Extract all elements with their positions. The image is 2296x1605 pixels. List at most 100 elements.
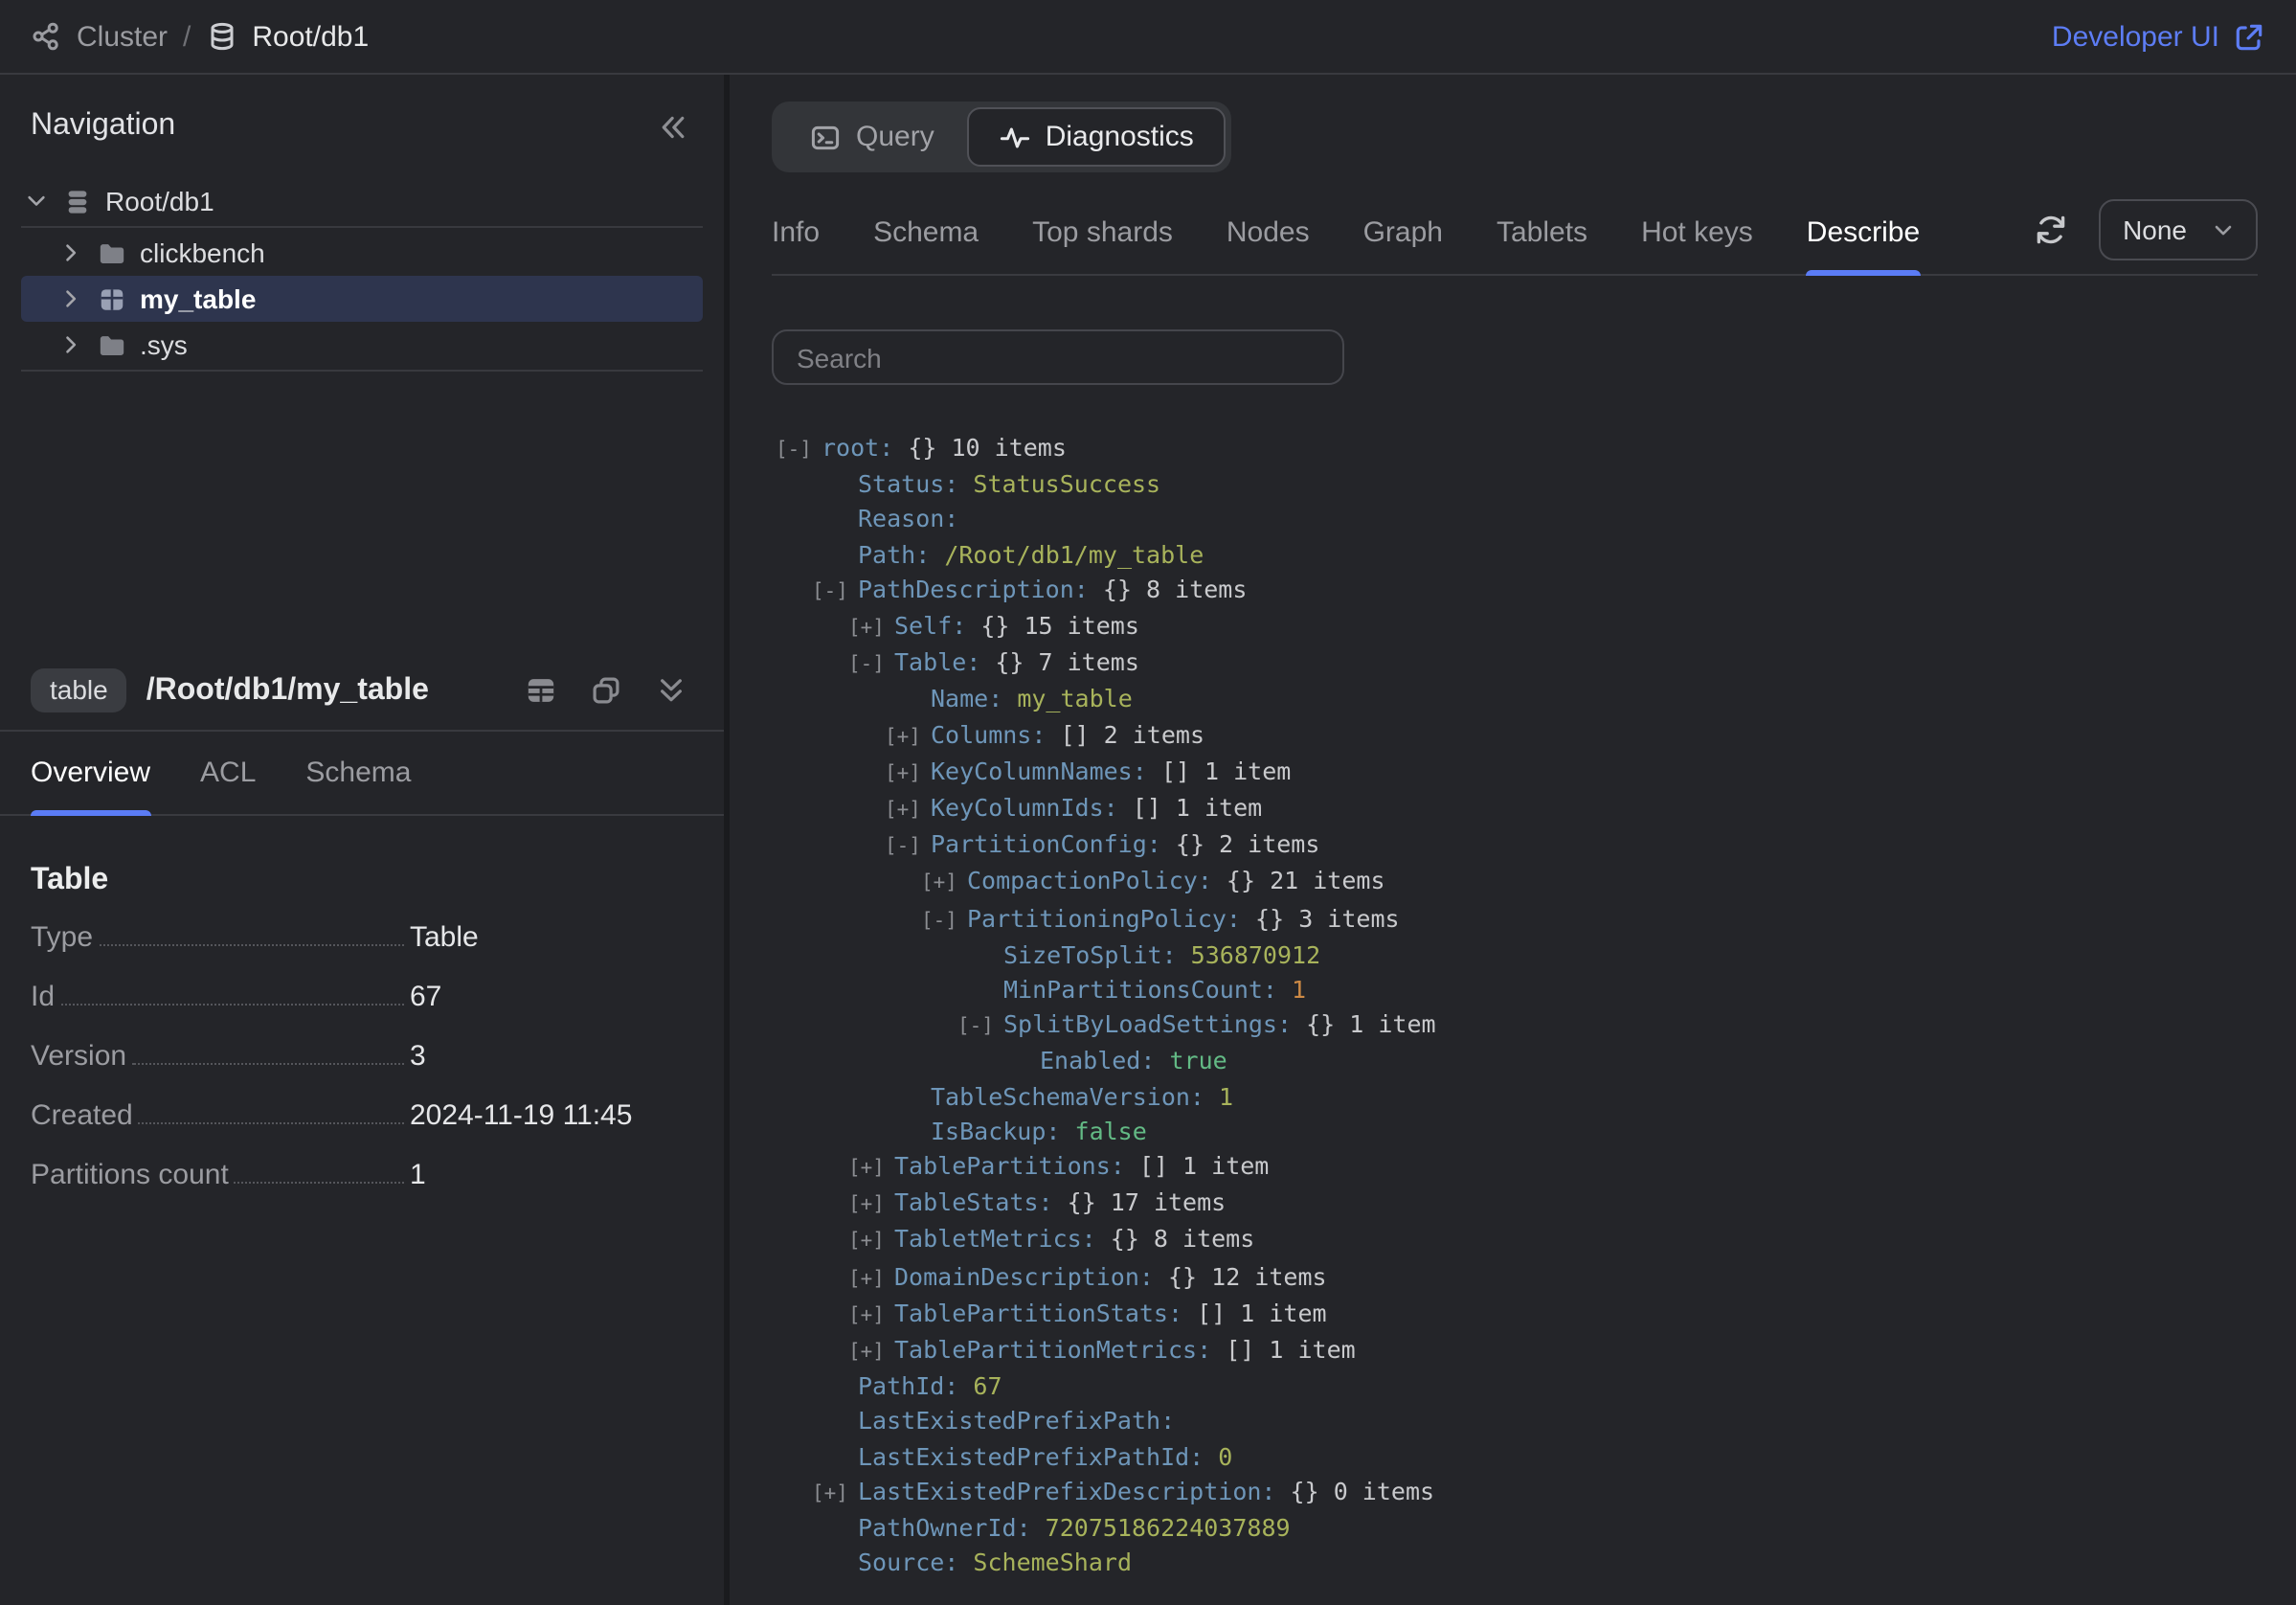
dotted-leader [132, 1063, 404, 1065]
expand-node-toggle[interactable]: [+] [848, 1151, 894, 1186]
chevron-down-icon[interactable] [23, 188, 50, 215]
chevron-right-icon[interactable] [57, 285, 84, 312]
expand-node-toggle[interactable]: [+] [885, 793, 931, 827]
switch-query[interactable]: Query [777, 107, 967, 167]
tree-value: 0 [1204, 1439, 1232, 1474]
tree-value: StatusSuccess [958, 467, 1160, 502]
navigation-title: Navigation [31, 109, 175, 144]
tree-key: DomainDescription: [894, 1259, 1154, 1294]
tree-key: IsBackup: [931, 1115, 1060, 1149]
switch-diagnostics[interactable]: Diagnostics [967, 107, 1227, 167]
tree-value: true [1155, 1045, 1227, 1079]
tab-schema[interactable]: Schema [305, 732, 411, 814]
breadcrumb-cluster[interactable]: Cluster [77, 20, 168, 53]
double-chevron-down-icon[interactable] [655, 674, 687, 707]
table-section-title: Table [31, 864, 693, 898]
tab-tablets[interactable]: Tablets [1497, 192, 1587, 274]
tree-row-columns: [+]Columns: [] 2 items [776, 717, 2258, 754]
collapse-node-toggle[interactable]: [-] [957, 1010, 1003, 1045]
tab-hot-keys[interactable]: Hot keys [1641, 192, 1753, 274]
developer-ui-link[interactable]: Developer UI [2052, 20, 2265, 53]
expand-node-toggle[interactable]: [+] [848, 1225, 894, 1259]
dotted-leader [60, 1004, 404, 1006]
tree-row-splitbyloadsettings: [-]SplitByLoadSettings: {} 1 item [776, 1008, 2258, 1045]
table-preview-icon[interactable] [525, 674, 557, 707]
tab-top-shards[interactable]: Top shards [1032, 192, 1173, 274]
breadcrumb-separator: / [183, 20, 191, 53]
tree-count: {} 10 items [893, 431, 1067, 465]
tree-key: TabletMetrics: [894, 1223, 1096, 1257]
collapse-node-toggle[interactable]: [-] [848, 647, 894, 682]
tree-row-source: Source: SchemeShard [776, 1547, 2258, 1581]
expand-node-toggle[interactable]: [+] [848, 1188, 894, 1223]
copy-icon[interactable] [590, 674, 622, 707]
collapse-node-toggle[interactable]: [-] [885, 829, 931, 864]
tab-schema[interactable]: Schema [873, 192, 979, 274]
info-label: Version [31, 1040, 126, 1073]
tree-count: {} 8 items [1096, 1223, 1255, 1257]
nav-row-label: .sys [140, 329, 188, 360]
tab-describe[interactable]: Describe [1807, 192, 1920, 274]
navigation-tree: Root/db1 clickbenchmy_table .sys [0, 178, 724, 373]
chevron-right-icon[interactable] [57, 239, 84, 266]
object-summary-panel: table /Root/db1/my_table OverviewACLSche… [0, 668, 724, 1218]
expand-node-toggle[interactable]: [+] [848, 1299, 894, 1333]
tab-nodes[interactable]: Nodes [1227, 192, 1310, 274]
tab-graph[interactable]: Graph [1363, 192, 1443, 274]
table-icon [98, 284, 126, 313]
tree-row-name: Name: my_table [776, 683, 2258, 717]
tree-row-pathownerid: PathOwnerId: 72075186224037889 [776, 1511, 2258, 1546]
tree-key: Enabled: [1040, 1045, 1155, 1079]
expand-node-toggle[interactable]: [+] [885, 719, 931, 754]
expand-node-toggle[interactable]: [+] [848, 1335, 894, 1369]
tree-key: PartitioningPolicy: [967, 901, 1241, 936]
tree-key: TablePartitionStats: [894, 1297, 1182, 1331]
tree-count: {} 0 items [1276, 1475, 1435, 1509]
nav-row-my-table[interactable]: my_table [21, 276, 703, 322]
info-value: 1 [410, 1159, 426, 1191]
collapse-node-toggle[interactable]: [-] [776, 433, 822, 467]
breadcrumb-current: Root/db1 [252, 20, 369, 53]
collapse-node-toggle[interactable]: [-] [812, 575, 858, 609]
tab-overview[interactable]: Overview [31, 732, 150, 814]
tree-value: 1 [1204, 1079, 1233, 1114]
collapse-node-toggle[interactable]: [-] [921, 903, 967, 938]
nav-row-clickbench[interactable]: clickbench [21, 230, 703, 276]
collapse-panel-icon[interactable] [657, 110, 689, 143]
tree-row-enabled: Enabled: true [776, 1045, 2258, 1079]
info-value: Table [410, 921, 479, 954]
tree-value: my_table [1002, 683, 1132, 717]
expand-node-toggle[interactable]: [+] [812, 1477, 858, 1511]
tree-key: LastExistedPrefixPathId: [858, 1439, 1204, 1474]
database-icon [206, 21, 236, 52]
tree-row-lastexistedprefixdescription: [+]LastExistedPrefixDescription: {} 0 it… [776, 1475, 2258, 1511]
tree-count: {} 3 items [1241, 901, 1400, 936]
object-summary-tabs: Overview ACL Schema [0, 732, 724, 816]
tree-key: PathDescription: [858, 573, 1089, 607]
tree-row-minpartitionscount: MinPartitionsCount: 1 [776, 973, 2258, 1007]
nav-row-root-db1[interactable]: Root/db1 [21, 178, 703, 224]
tree-key: Source: [858, 1547, 958, 1581]
refresh-icon[interactable] [2033, 212, 2067, 246]
info-value: 67 [410, 981, 441, 1013]
nav-row--sys[interactable]: .sys [21, 322, 703, 368]
tree-value: false [1060, 1115, 1146, 1149]
chevron-right-icon[interactable] [57, 331, 84, 358]
autorefresh-select[interactable]: None [2098, 198, 2258, 260]
tree-value: 536870912 [1177, 938, 1321, 973]
pulse-icon [1000, 122, 1030, 152]
entity-path: /Root/db1/my_table [146, 673, 506, 708]
expand-node-toggle[interactable]: [+] [921, 867, 967, 901]
tree-count: [] 1 item [1125, 1149, 1270, 1184]
tab-info[interactable]: Info [772, 192, 820, 274]
describe-json-tree: [-]root: {} 10 itemsStatus: StatusSucces… [772, 431, 2258, 1581]
tree-count: {} 15 items [966, 609, 1139, 644]
diagnostics-tabs: Info Schema Top shards Nodes Graph Tablets Hot… [772, 192, 1920, 274]
tree-key: Name: [931, 683, 1002, 717]
search-input[interactable] [772, 329, 1344, 385]
expand-node-toggle[interactable]: [+] [848, 1261, 894, 1296]
expand-node-toggle[interactable]: [+] [848, 611, 894, 645]
tab-acl[interactable]: ACL [200, 732, 256, 814]
info-label: Partitions count [31, 1159, 229, 1191]
expand-node-toggle[interactable]: [+] [885, 757, 931, 791]
